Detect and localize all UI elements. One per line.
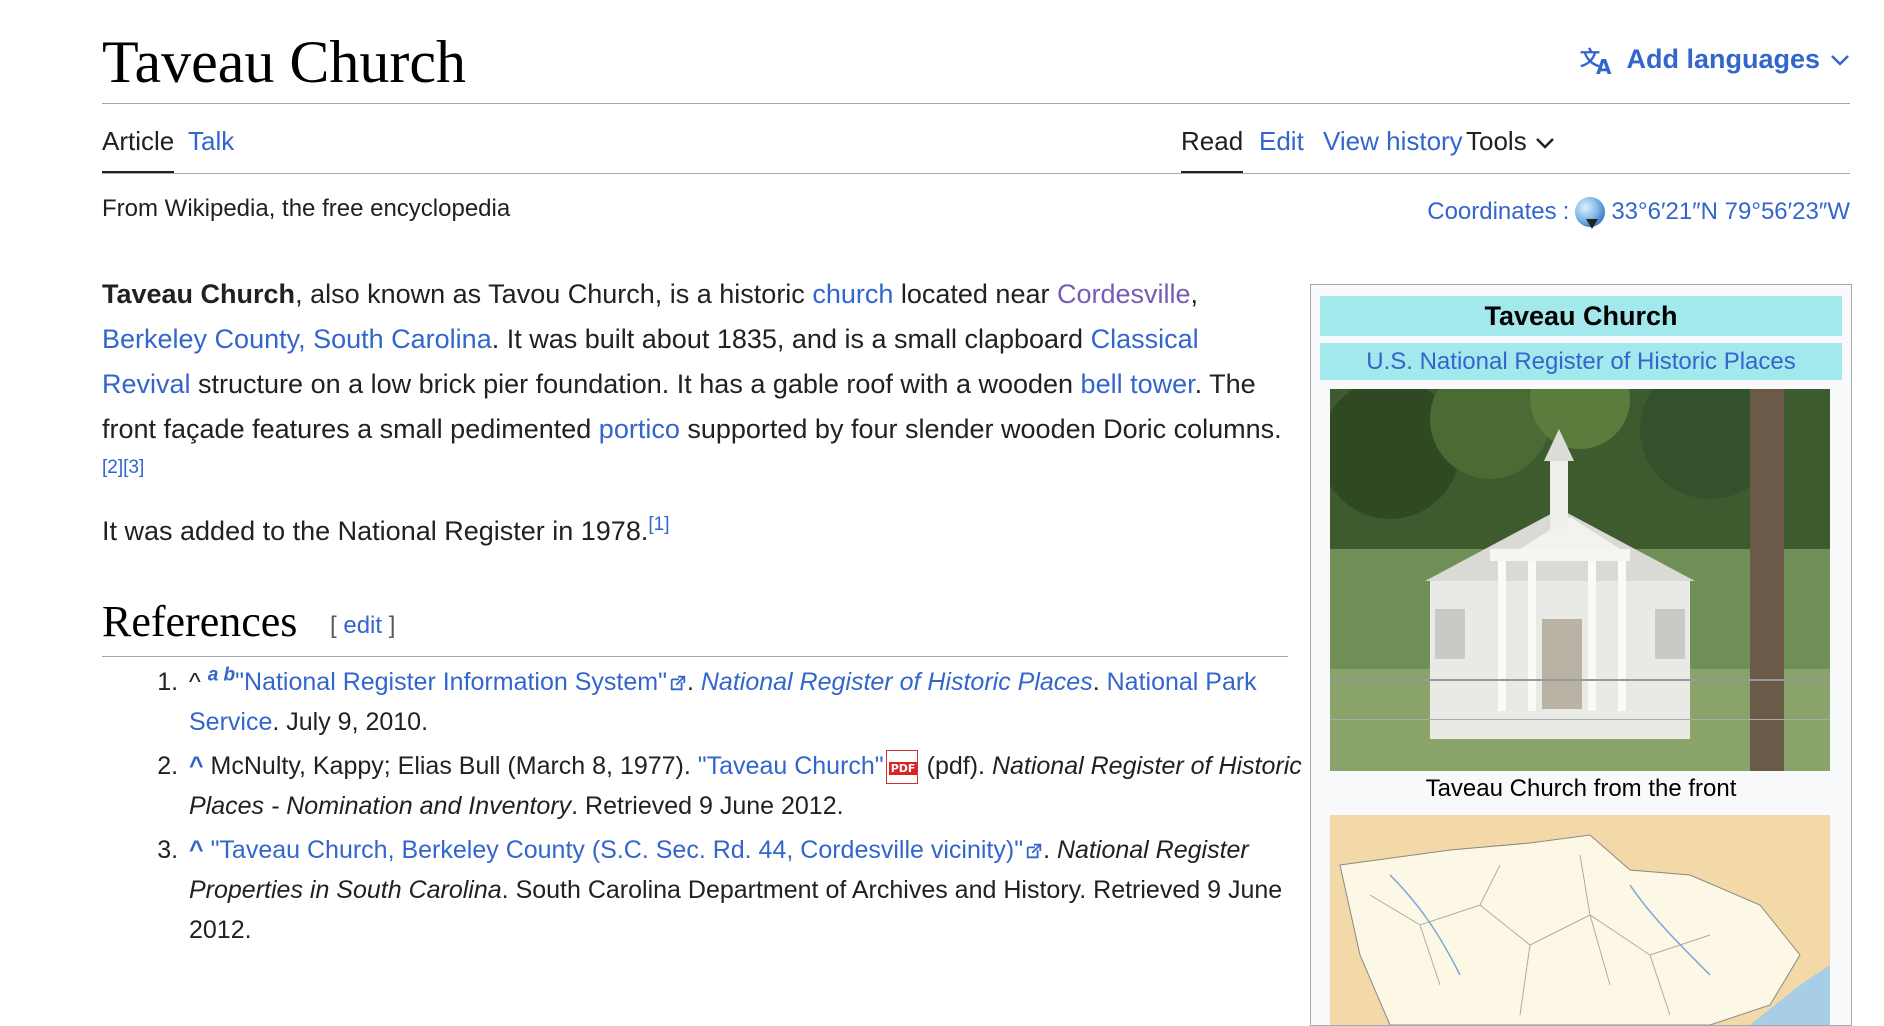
coordinates-label[interactable]: Coordinates	[1427, 198, 1556, 226]
nrhp-link[interactable]: U.S. National Register of Historic Place…	[1366, 348, 1796, 375]
tabs-divider	[102, 173, 1850, 174]
text: ,	[1190, 279, 1199, 309]
citation-1[interactable]: [1]	[648, 514, 669, 535]
edit-section-link[interactable]: edit	[343, 612, 382, 639]
infobox-caption: Taveau Church from the front	[1425, 775, 1737, 802]
infobox: Taveau Church U.S. National Register of …	[1310, 284, 1852, 1026]
tools-label: Tools	[1466, 126, 1527, 156]
article-page: Taveau Church 文 A Add languages Article …	[102, 0, 1852, 1026]
text: , also known as Tavou Church, is a histo…	[295, 279, 813, 309]
chevron-down-icon	[1830, 53, 1850, 67]
tab-article[interactable]: Article	[102, 126, 175, 174]
infobox-title: Taveau Church	[1320, 296, 1842, 336]
backlink-b[interactable]: b	[224, 665, 236, 686]
backlink[interactable]: ^	[189, 752, 204, 780]
ref-publisher-link[interactable]: National Register of Historic Places	[701, 668, 1093, 696]
text: (pdf).	[919, 752, 992, 780]
translate-icon: 文 A	[1580, 45, 1616, 75]
link-church[interactable]: church	[812, 279, 893, 309]
pdf-icon: PDF	[885, 750, 918, 785]
text: .	[686, 668, 701, 696]
coordinates: Coordinates: 33°6′21″N 79°56′23″W	[1427, 197, 1850, 229]
page-tabs: Article Talk Read Edit View history Tool…	[102, 120, 1850, 174]
citation-2[interactable]: [2]	[102, 457, 123, 478]
text: . It was built about 1835, and is a smal…	[491, 324, 1091, 354]
infobox-subtitle: U.S. National Register of Historic Place…	[1320, 343, 1842, 380]
references-heading-row: References [ edit ]	[102, 596, 1288, 657]
tab-edit[interactable]: Edit	[1259, 126, 1304, 171]
link-portico[interactable]: portico	[599, 414, 680, 444]
site-tagline: From Wikipedia, the free encyclopedia	[102, 195, 511, 222]
link-cordesville[interactable]: Cordesville	[1057, 279, 1191, 309]
svg-text:A: A	[1596, 55, 1612, 75]
citation-3[interactable]: [3]	[123, 457, 144, 478]
text: structure on a low brick pier foundation…	[190, 369, 1081, 399]
text: supported by four slender wooden Doric c…	[679, 414, 1282, 444]
text: .	[1043, 836, 1057, 864]
backlink[interactable]: ^	[189, 836, 204, 864]
page-title: Taveau Church	[102, 29, 466, 95]
article-body: Taveau Church, also known as Tavou Churc…	[102, 272, 1288, 566]
ref-link[interactable]: "National Register Information System"	[235, 668, 667, 696]
lead-bold: Taveau Church	[102, 279, 296, 309]
bracket: [	[330, 612, 344, 639]
external-link-icon	[1026, 844, 1042, 859]
text: McNulty, Kappy; Elias Bull (March 8, 197…	[203, 752, 698, 780]
tab-view-history[interactable]: View history	[1323, 126, 1463, 171]
link-berkeley-county[interactable]: Berkeley County, South Carolina	[102, 324, 492, 354]
references-list: ^ a b"National Register Information Syst…	[147, 662, 1326, 954]
globe-icon[interactable]	[1575, 197, 1606, 229]
bracket: ]	[382, 612, 396, 639]
title-divider	[102, 103, 1850, 104]
location-map[interactable]	[1330, 815, 1830, 1025]
backlink-a[interactable]: a	[208, 665, 219, 686]
text: . July 9, 2010.	[272, 708, 429, 736]
nrhp-paragraph: It was added to the National Register in…	[102, 509, 1288, 554]
external-link-icon	[670, 676, 686, 691]
text: It was added to the National Register in…	[102, 516, 649, 546]
reference-item: ^ McNulty, Kappy; Elias Bull (March 8, 1…	[185, 746, 1326, 826]
tab-read[interactable]: Read	[1181, 126, 1244, 174]
chevron-down-icon	[1535, 126, 1555, 157]
references-heading: References	[102, 597, 298, 646]
caret: ^	[189, 668, 201, 696]
coordinates-value[interactable]: 33°6′21″N 79°56′23″W	[1611, 198, 1850, 226]
ref-link[interactable]: "Taveau Church, Berkeley County (S.C. Se…	[211, 836, 1024, 864]
reference-item: ^ "Taveau Church, Berkeley County (S.C. …	[185, 830, 1326, 950]
text: .	[1092, 668, 1107, 696]
text: located near	[893, 279, 1057, 309]
section-edit: [ edit ]	[330, 612, 395, 640]
add-languages-button[interactable]: 文 A Add languages	[1580, 44, 1850, 75]
intro-paragraph: Taveau Church, also known as Tavou Churc…	[102, 272, 1288, 497]
link-bell-tower[interactable]: bell tower	[1081, 369, 1195, 399]
add-languages-label: Add languages	[1626, 44, 1820, 74]
tools-menu[interactable]: Tools	[1466, 126, 1555, 171]
tab-talk[interactable]: Talk	[188, 126, 234, 171]
text: . Retrieved 9 June 2012.	[571, 792, 844, 820]
reference-item: ^ a b"National Register Information Syst…	[185, 662, 1326, 742]
ref-link[interactable]: "Taveau Church"	[698, 752, 884, 780]
pdf-icon-label: PDF	[888, 762, 918, 776]
church-photo[interactable]	[1330, 389, 1830, 771]
